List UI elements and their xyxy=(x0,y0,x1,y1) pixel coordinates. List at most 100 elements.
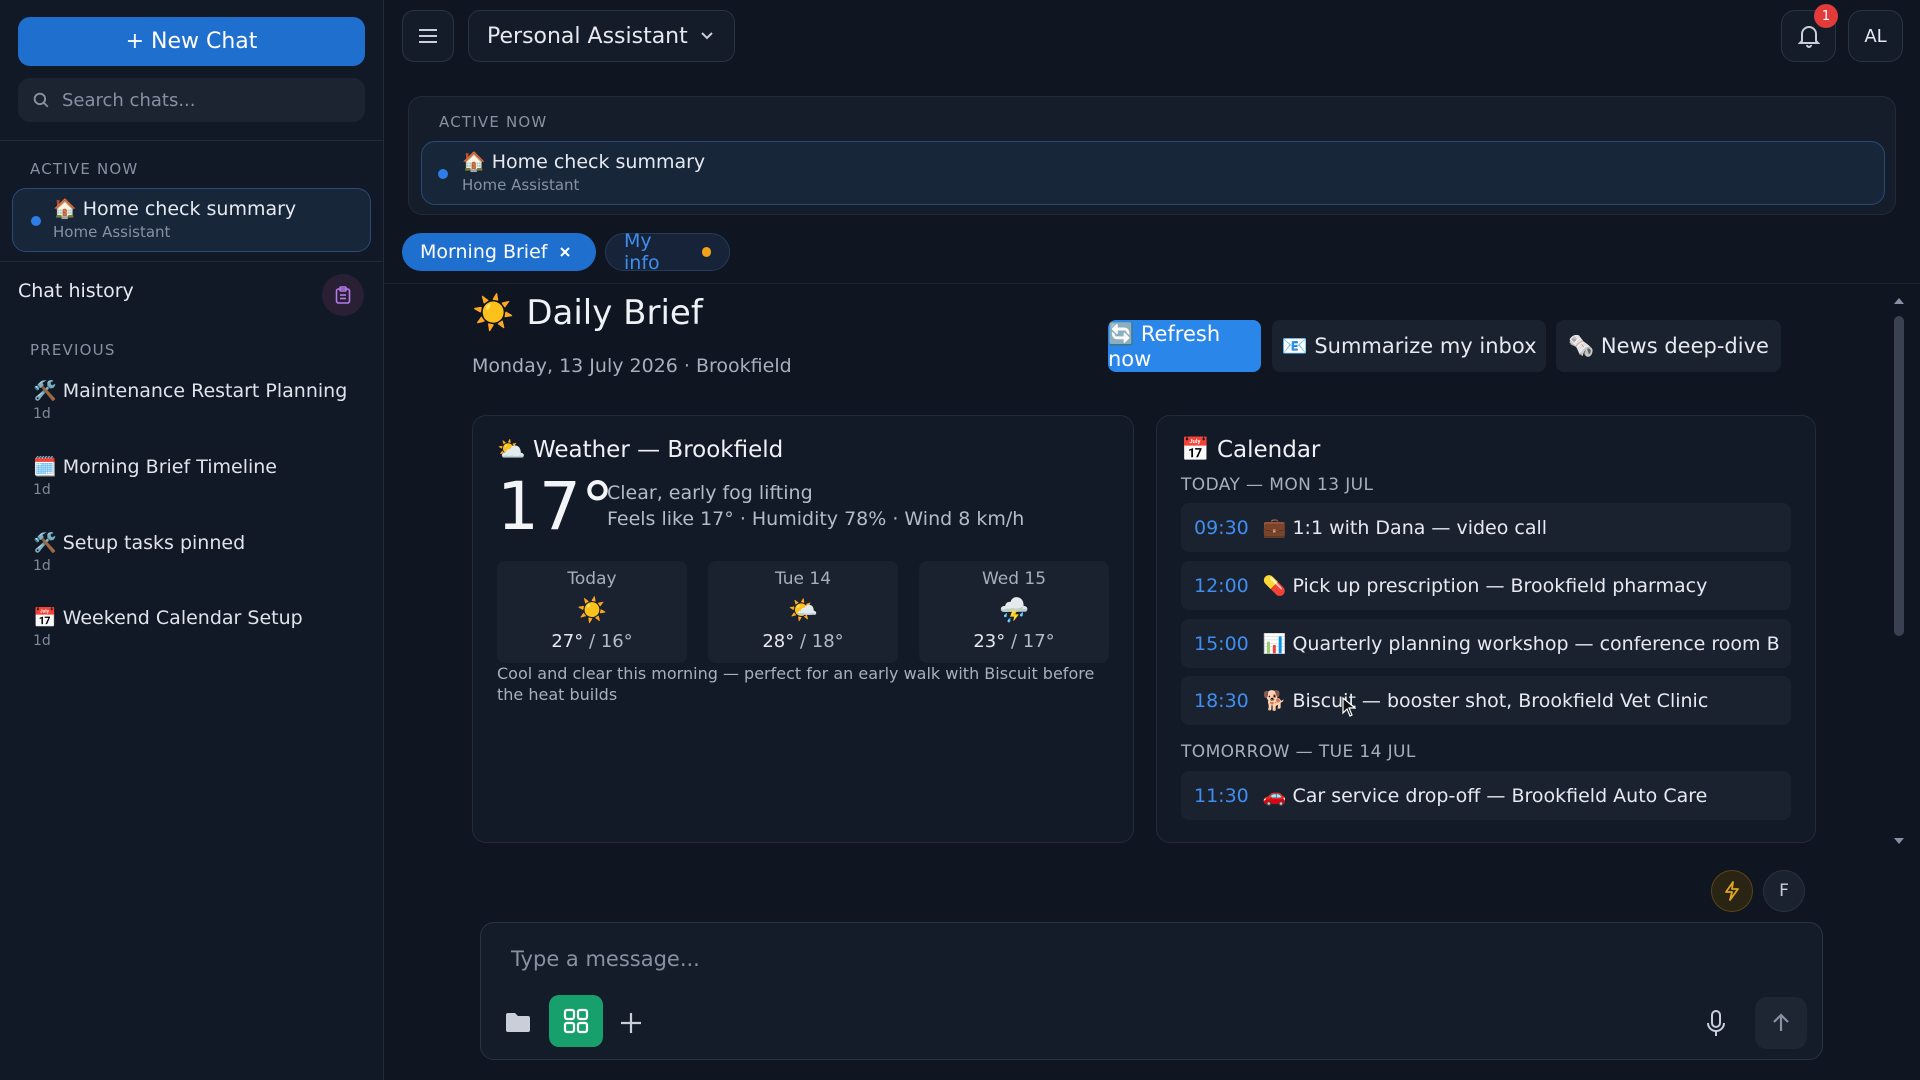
banner-title: 🏠 Home check summary xyxy=(462,151,706,173)
event-text: 📊 Quarterly planning workshop — conferen… xyxy=(1262,633,1780,655)
tab-my-info[interactable]: My info xyxy=(605,230,730,274)
history-item-title: 🗓️ Morning Brief Timeline xyxy=(33,456,277,478)
calendar-event[interactable]: 12:00 💊 Pick up prescription — Brookfiel… xyxy=(1181,561,1791,610)
bell-icon xyxy=(1797,26,1820,48)
sun-icon: ☀️ xyxy=(472,293,515,333)
active-dot-icon xyxy=(438,169,448,179)
forecast-temps: 27° / 16° xyxy=(497,631,687,652)
menu-button[interactable] xyxy=(402,10,454,62)
forecast-day: Tue 14 🌤️ 28° / 18° xyxy=(708,561,898,663)
message-input[interactable] xyxy=(511,947,1611,971)
active-now-banner: ACTIVE NOW 🏠 Home check summary Home Ass… xyxy=(408,96,1896,215)
new-chat-button[interactable]: + New Chat xyxy=(18,17,365,66)
content-scrollbar[interactable] xyxy=(1892,296,1906,846)
unread-dot-icon xyxy=(701,247,711,257)
history-item-title: 📅 Weekend Calendar Setup xyxy=(33,607,303,629)
mouse-cursor-icon xyxy=(1342,697,1356,717)
scrollbar-thumb[interactable] xyxy=(1894,316,1904,636)
divider xyxy=(0,261,384,262)
active-chat-subtitle: Home Assistant xyxy=(53,223,171,241)
previous-label: PREVIOUS xyxy=(30,341,116,359)
f-mode-button[interactable]: F xyxy=(1763,870,1805,912)
search-chats[interactable] xyxy=(18,78,365,122)
forecast-low: 18° xyxy=(811,631,844,652)
lightning-icon xyxy=(1725,881,1739,901)
forecast-day-label: Wed 15 xyxy=(981,569,1047,589)
forecast-separator: / xyxy=(799,631,807,652)
weather-title: ⛅ Weather — Brookfield xyxy=(497,437,784,463)
history-item[interactable]: 🛠️ Maintenance Restart Planning 1d xyxy=(33,379,347,422)
attach-folder-button[interactable] xyxy=(503,1009,533,1035)
search-icon xyxy=(33,92,49,108)
scroll-up-icon[interactable] xyxy=(1892,296,1906,306)
history-item-time: 1d xyxy=(33,633,51,649)
chat-history-heading: Chat history xyxy=(18,280,134,302)
search-input[interactable] xyxy=(62,89,342,111)
forecast-high: 27° xyxy=(551,631,584,652)
active-chat-item[interactable]: 🏠 Home check summary Home Assistant xyxy=(12,188,371,252)
banner-subtitle: Home Assistant xyxy=(462,176,580,194)
assistant-name: Personal Assistant xyxy=(487,23,688,49)
tab-label: My info xyxy=(624,230,660,274)
weather-details: Feels like 17° · Humidity 78% · Wind 8 k… xyxy=(607,508,1025,530)
forecast-separator: / xyxy=(588,631,596,652)
apps-grid-button[interactable] xyxy=(549,995,603,1047)
history-item-time: 1d xyxy=(33,558,51,574)
calendar-event[interactable]: 11:30 🚗 Car service drop-off — Brookfiel… xyxy=(1181,771,1791,820)
news-deep-dive-button[interactable]: 🗞️ News deep-dive xyxy=(1556,320,1781,372)
notification-badge: 1 xyxy=(1814,4,1838,28)
event-time: 18:30 xyxy=(1194,689,1249,712)
forecast-temps: 23° / 17° xyxy=(919,631,1109,652)
divider xyxy=(384,283,1920,284)
history-item[interactable]: 📅 Weekend Calendar Setup 1d xyxy=(33,606,303,649)
calendar-title: 📅 Calendar xyxy=(1181,437,1321,463)
forecast-day: Wed 15 ⛈️ 23° / 17° xyxy=(919,561,1109,663)
active-now-label: ACTIVE NOW xyxy=(439,113,548,131)
event-text: 🐕 Biscuit — booster shot, Brookfield Vet… xyxy=(1262,690,1709,712)
storm-icon: ⛈️ xyxy=(999,596,1029,624)
add-button[interactable] xyxy=(617,1009,645,1037)
history-item[interactable]: 🗓️ Morning Brief Timeline 1d xyxy=(33,455,277,498)
forecast-high: 28° xyxy=(762,631,795,652)
calendar-event[interactable]: 09:30 💼 1:1 with Dana — video call xyxy=(1181,503,1791,552)
grid-icon xyxy=(563,1008,589,1034)
quick-action-button[interactable] xyxy=(1711,870,1753,912)
send-button[interactable] xyxy=(1755,997,1807,1049)
forecast-low: 17° xyxy=(1022,631,1055,652)
user-avatar[interactable]: AL xyxy=(1848,10,1903,62)
app-root: + New Chat ACTIVE NOW 🏠 Home check summa… xyxy=(0,0,1920,1080)
scroll-down-icon[interactable] xyxy=(1892,836,1906,846)
history-item-title: 🛠️ Setup tasks pinned xyxy=(33,532,246,554)
refresh-now-button[interactable]: 🔄 Refresh now xyxy=(1108,320,1261,372)
message-composer xyxy=(480,922,1823,1060)
calendar-event[interactable]: 18:30 🐕 Biscuit — booster shot, Brookfie… xyxy=(1181,676,1791,725)
sun-icon: ☀️ xyxy=(577,596,607,624)
tomorrow-label: TOMORROW — TUE 14 JUL xyxy=(1181,742,1416,762)
active-now-label: ACTIVE NOW xyxy=(30,160,139,178)
history-item[interactable]: 🛠️ Setup tasks pinned 1d xyxy=(33,531,245,574)
forecast-high: 23° xyxy=(973,631,1006,652)
calendar-event[interactable]: 15:00 📊 Quarterly planning workshop — co… xyxy=(1181,619,1791,668)
tab-morning-brief[interactable]: Morning Brief xyxy=(402,233,596,271)
assistant-selector[interactable]: Personal Assistant xyxy=(468,10,735,62)
arrow-up-icon xyxy=(1773,1013,1789,1031)
history-clipboard-button[interactable] xyxy=(322,274,364,316)
sidebar: + New Chat ACTIVE NOW 🏠 Home check summa… xyxy=(0,0,384,1080)
weather-card: ⛅ Weather — Brookfield 17° Clear, early … xyxy=(472,415,1134,843)
active-chat-title: 🏠 Home check summary xyxy=(53,198,297,220)
microphone-icon xyxy=(1707,1010,1725,1036)
active-chat-banner-item[interactable]: 🏠 Home check summary Home Assistant xyxy=(421,141,1885,205)
active-dot-icon xyxy=(31,216,41,226)
summarize-inbox-button[interactable]: 📧 Summarize my inbox xyxy=(1272,320,1546,372)
close-icon[interactable] xyxy=(559,246,571,258)
divider xyxy=(0,140,384,141)
brief-title-text: Daily Brief xyxy=(526,293,703,333)
history-item-time: 1d xyxy=(33,406,51,422)
voice-input-button[interactable] xyxy=(1703,1009,1729,1039)
event-text: 💊 Pick up prescription — Brookfield phar… xyxy=(1262,575,1708,597)
partly-sunny-icon: 🌤️ xyxy=(788,596,818,624)
forecast-day-label: Tue 14 xyxy=(774,569,832,589)
event-time: 09:30 xyxy=(1194,516,1249,539)
hamburger-icon xyxy=(419,29,437,43)
weather-note: Cool and clear this morning — perfect fo… xyxy=(497,664,1095,704)
